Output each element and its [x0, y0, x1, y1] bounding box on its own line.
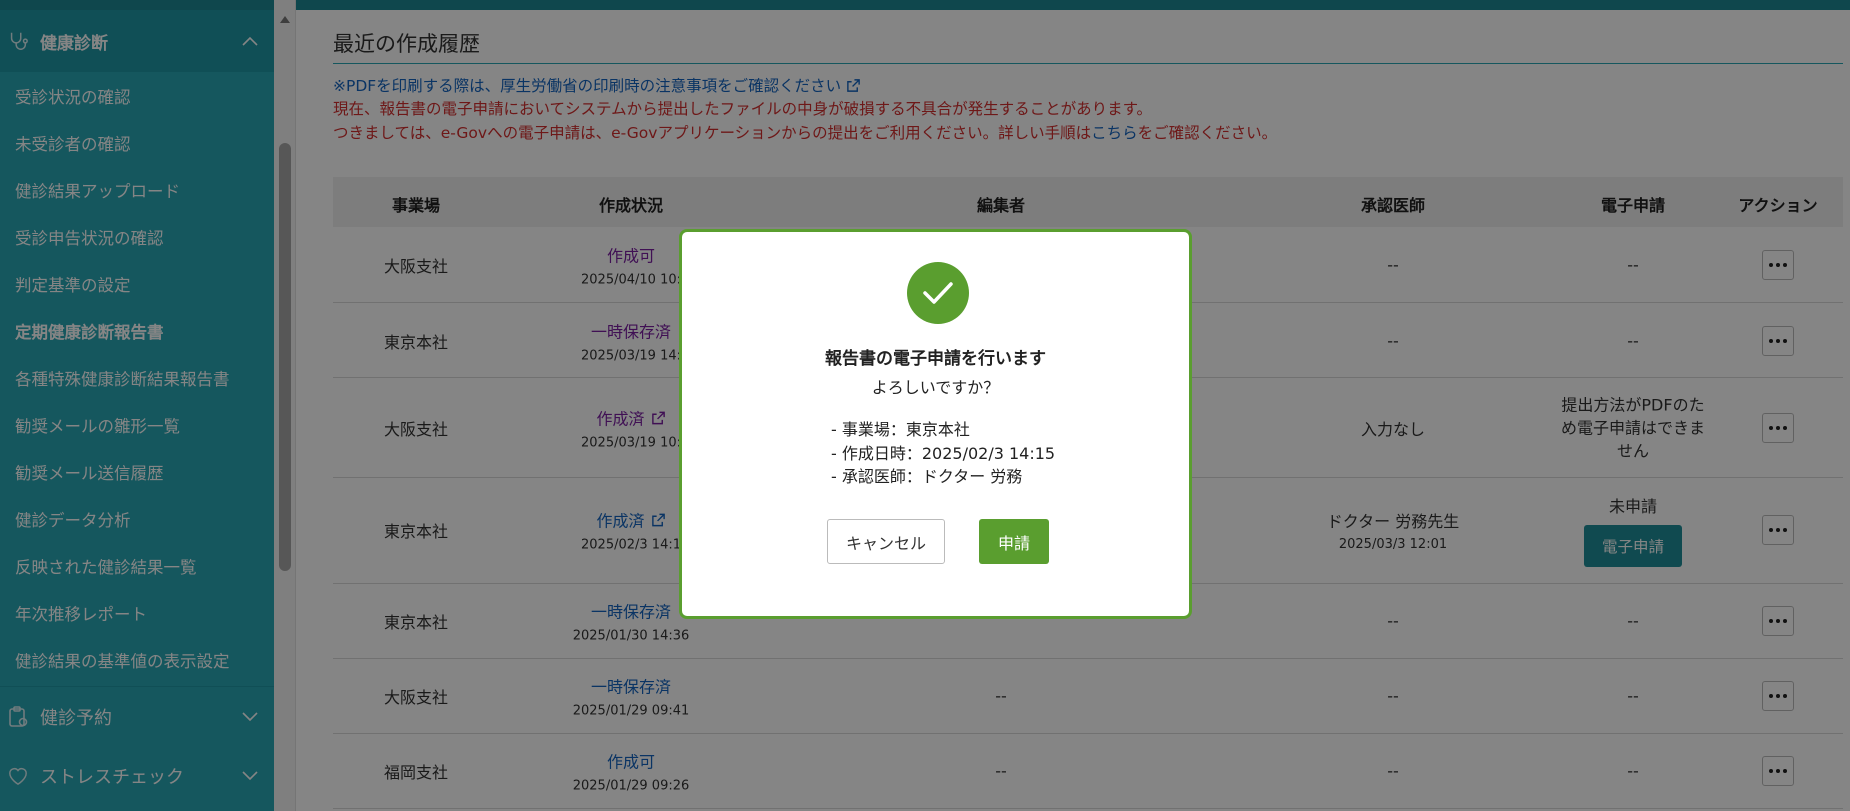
cancel-button[interactable]: キャンセル	[827, 519, 945, 564]
apply-button[interactable]: 申請	[979, 519, 1049, 564]
confirm-egov-dialog: 報告書の電子申請を行います よろしいですか？ - 事業場：東京本社 - 作成日時…	[679, 229, 1192, 619]
detail-site: - 事業場：東京本社	[831, 420, 970, 439]
detail-doctor: - 承認医師：ドクター 労務	[831, 467, 1023, 486]
check-icon	[907, 262, 969, 324]
dialog-details: - 事業場：東京本社 - 作成日時：2025/02/3 14:15 - 承認医師…	[831, 418, 1055, 489]
dialog-title: 報告書の電子申請を行います	[825, 349, 1046, 369]
detail-date: - 作成日時：2025/02/3 14:15	[831, 443, 1056, 463]
dialog-subtitle: よろしいですか？	[871, 378, 1000, 397]
